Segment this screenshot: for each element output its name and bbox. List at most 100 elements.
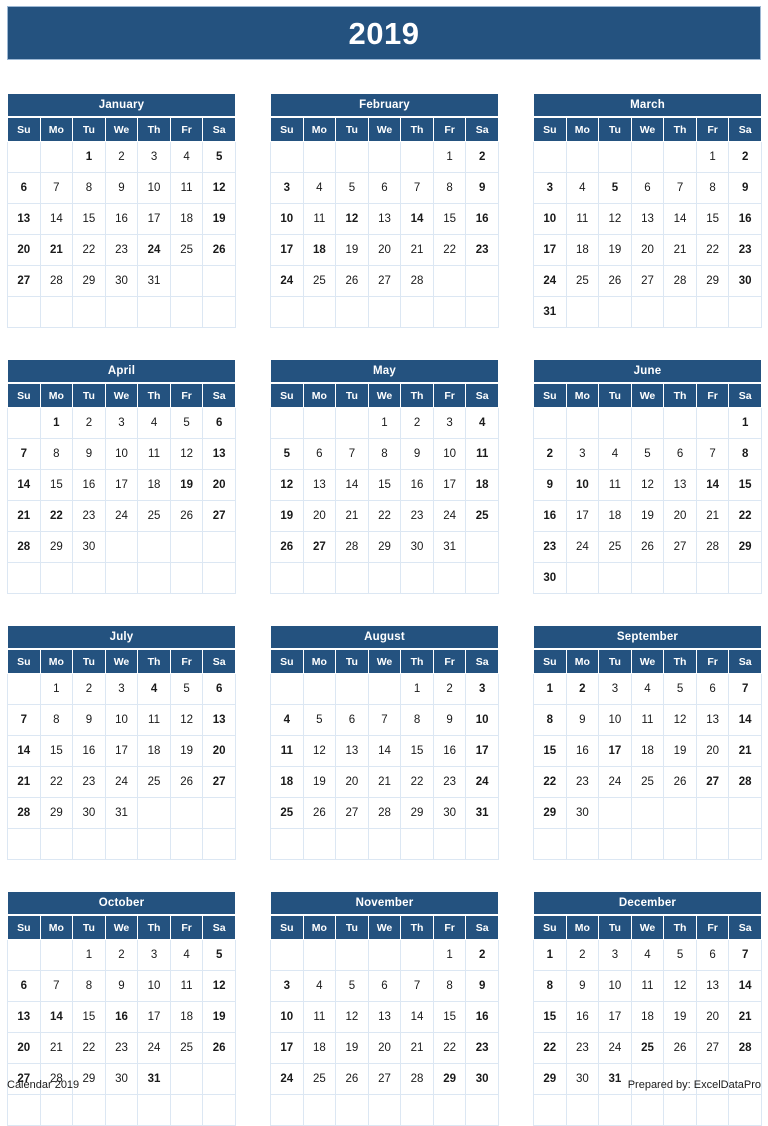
day-cell[interactable]: 3	[598, 939, 632, 971]
day-cell[interactable]: 4	[630, 939, 665, 971]
day-cell[interactable]: 27	[202, 766, 236, 798]
day-cell[interactable]: 9	[728, 172, 762, 204]
day-cell[interactable]: 24	[533, 265, 567, 297]
day-cell[interactable]: 26	[169, 500, 204, 532]
day-cell[interactable]: 16	[104, 203, 139, 235]
day-cell[interactable]: 27	[630, 265, 665, 297]
day-cell[interactable]: 28	[695, 531, 730, 563]
day-cell[interactable]: 17	[137, 1001, 171, 1033]
day-cell[interactable]: 20	[302, 500, 337, 532]
day-cell[interactable]: 14	[335, 469, 369, 501]
day-cell[interactable]: 21	[367, 766, 402, 798]
day-cell[interactable]: 25	[465, 500, 499, 532]
day-cell[interactable]: 30	[400, 531, 434, 563]
day-cell[interactable]: 15	[533, 735, 567, 767]
day-cell[interactable]: 1	[72, 141, 106, 173]
day-cell[interactable]: 2	[465, 939, 499, 971]
day-cell[interactable]: 23	[465, 1032, 499, 1064]
day-cell[interactable]: 17	[104, 735, 139, 767]
day-cell[interactable]: 24	[104, 500, 139, 532]
day-cell[interactable]: 28	[335, 531, 369, 563]
day-cell[interactable]: 30	[728, 265, 762, 297]
day-cell[interactable]: 19	[335, 1032, 369, 1064]
day-cell[interactable]: 8	[695, 172, 730, 204]
day-cell[interactable]: 15	[72, 1001, 106, 1033]
day-cell[interactable]: 21	[695, 500, 730, 532]
day-cell[interactable]: 13	[630, 203, 665, 235]
day-cell[interactable]: 8	[533, 970, 567, 1002]
day-cell[interactable]: 21	[7, 766, 41, 798]
day-cell[interactable]: 24	[565, 531, 600, 563]
day-cell[interactable]: 11	[630, 704, 665, 736]
day-cell[interactable]: 16	[104, 1001, 139, 1033]
day-cell[interactable]: 2	[104, 141, 139, 173]
day-cell[interactable]: 11	[137, 438, 171, 470]
day-cell[interactable]: 10	[432, 438, 467, 470]
day-cell[interactable]: 7	[400, 172, 434, 204]
day-cell[interactable]: 12	[202, 172, 236, 204]
day-cell[interactable]: 14	[39, 203, 74, 235]
day-cell[interactable]: 22	[728, 500, 762, 532]
day-cell[interactable]: 27	[7, 265, 41, 297]
day-cell[interactable]: 10	[465, 704, 499, 736]
day-cell[interactable]: 24	[432, 500, 467, 532]
day-cell[interactable]: 2	[565, 673, 600, 705]
day-cell[interactable]: 16	[400, 469, 434, 501]
day-cell[interactable]: 11	[630, 970, 665, 1002]
day-cell[interactable]: 5	[630, 438, 665, 470]
day-cell[interactable]: 18	[169, 1001, 204, 1033]
day-cell[interactable]: 26	[202, 234, 236, 266]
day-cell[interactable]: 7	[367, 704, 402, 736]
day-cell[interactable]: 14	[39, 1001, 74, 1033]
day-cell[interactable]: 2	[533, 438, 567, 470]
day-cell[interactable]: 7	[695, 438, 730, 470]
day-cell[interactable]: 22	[72, 234, 106, 266]
day-cell[interactable]: 29	[533, 797, 567, 829]
day-cell[interactable]: 2	[465, 141, 499, 173]
day-cell[interactable]: 8	[432, 970, 467, 1002]
day-cell[interactable]: 25	[270, 797, 304, 829]
day-cell[interactable]: 16	[432, 735, 467, 767]
day-cell[interactable]: 25	[302, 265, 337, 297]
day-cell[interactable]: 1	[432, 939, 467, 971]
day-cell[interactable]: 13	[7, 203, 41, 235]
day-cell[interactable]: 4	[137, 673, 171, 705]
day-cell[interactable]: 31	[432, 531, 467, 563]
day-cell[interactable]: 8	[432, 172, 467, 204]
day-cell[interactable]: 3	[465, 673, 499, 705]
day-cell[interactable]: 5	[663, 673, 697, 705]
day-cell[interactable]: 2	[432, 673, 467, 705]
day-cell[interactable]: 22	[432, 234, 467, 266]
day-cell[interactable]: 6	[302, 438, 337, 470]
day-cell[interactable]: 7	[335, 438, 369, 470]
day-cell[interactable]: 3	[104, 407, 139, 439]
day-cell[interactable]: 30	[104, 265, 139, 297]
day-cell[interactable]: 28	[367, 797, 402, 829]
day-cell[interactable]: 13	[663, 469, 697, 501]
day-cell[interactable]: 31	[465, 797, 499, 829]
day-cell[interactable]: 13	[367, 203, 402, 235]
day-cell[interactable]: 18	[169, 203, 204, 235]
day-cell[interactable]: 26	[302, 797, 337, 829]
day-cell[interactable]: 15	[39, 469, 74, 501]
day-cell[interactable]: 3	[270, 172, 304, 204]
day-cell[interactable]: 28	[39, 265, 74, 297]
day-cell[interactable]: 4	[565, 172, 600, 204]
day-cell[interactable]: 29	[400, 797, 434, 829]
day-cell[interactable]: 1	[72, 939, 106, 971]
day-cell[interactable]: 20	[663, 500, 697, 532]
day-cell[interactable]: 17	[270, 1032, 304, 1064]
day-cell[interactable]: 6	[202, 407, 236, 439]
day-cell[interactable]: 23	[72, 766, 106, 798]
day-cell[interactable]: 10	[270, 203, 304, 235]
day-cell[interactable]: 15	[695, 203, 730, 235]
day-cell[interactable]: 16	[72, 735, 106, 767]
day-cell[interactable]: 24	[270, 265, 304, 297]
day-cell[interactable]: 17	[598, 1001, 632, 1033]
day-cell[interactable]: 9	[72, 704, 106, 736]
day-cell[interactable]: 26	[663, 766, 697, 798]
day-cell[interactable]: 3	[598, 673, 632, 705]
day-cell[interactable]: 16	[728, 203, 762, 235]
day-cell[interactable]: 24	[465, 766, 499, 798]
day-cell[interactable]: 5	[302, 704, 337, 736]
